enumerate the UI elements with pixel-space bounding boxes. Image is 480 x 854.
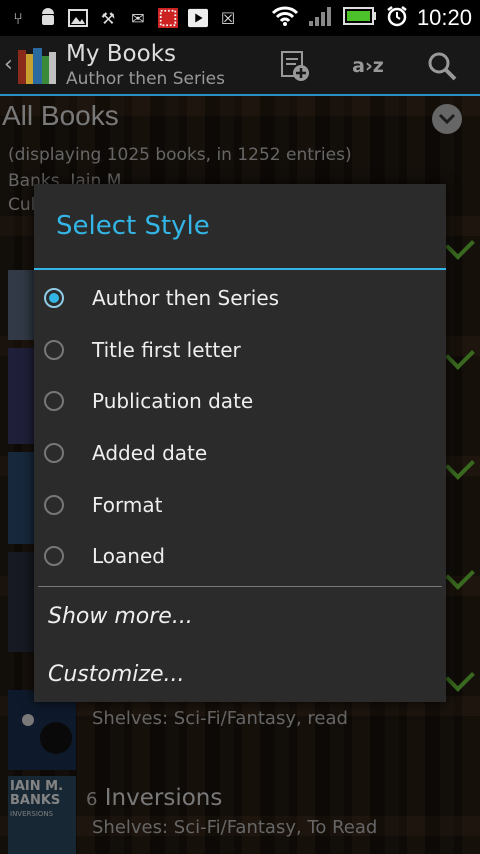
style-option[interactable]: Added date [34,427,446,479]
radio-dot [49,292,59,303]
sort-button[interactable]: a›z [346,48,390,84]
dialog-title: Select Style [34,184,446,270]
radio-unselected-icon[interactable] [44,391,64,412]
style-option[interactable]: Title first letter [34,324,446,376]
style-option-label: Loaned [92,544,165,569]
style-option[interactable]: Author then Series [34,272,446,324]
back-chevron-icon[interactable]: ‹ [4,52,13,77]
radio-unselected-icon[interactable] [44,546,64,567]
radio-unselected-icon[interactable] [44,442,64,463]
select-style-dialog: Select Style Author then Series Title fir… [34,184,446,702]
wifi-icon [271,5,299,31]
status-time: 10:20 [416,5,472,30]
search-icon [428,52,457,81]
no-sync-icon: ☒ [220,8,236,28]
app-title: My Books [66,41,176,67]
add-book-icon [281,51,309,81]
app-subtitle: Author then Series [66,69,225,89]
customize-button[interactable]: Customize... [34,645,446,703]
style-option[interactable]: Loaned [34,530,446,582]
style-option-label: Added date [92,440,208,465]
mail-icon: ✉ [131,8,145,28]
radio-unselected-icon[interactable] [44,494,64,515]
style-option[interactable]: Publication date [34,375,446,427]
pattern-app-icon [158,8,178,28]
style-option-label: Format [92,492,163,517]
style-option-label: Title first letter [92,337,241,362]
image-icon [68,8,88,28]
status-bar: ⑂ ⚒ ✉ ☒ 10:20 [0,0,480,36]
search-button[interactable] [424,48,460,84]
tools-icon: ⚒ [100,8,116,28]
usb-icon: ⑂ [13,8,23,28]
battery-icon [342,7,377,29]
style-options: Author then Series Title first letter Publ… [34,270,446,582]
signal-icon [308,5,334,31]
style-option-label: Publication date [92,389,254,414]
style-option-label: Author then Series [92,285,280,310]
radio-selected-icon[interactable] [44,287,64,308]
add-book-button[interactable] [278,48,312,84]
show-more-button[interactable]: Show more... [34,587,446,645]
alarm-icon [386,5,408,31]
play-icon [188,8,208,28]
app-books-icon[interactable] [16,44,58,86]
android-icon [38,8,58,28]
action-bar: ‹ My Books Author then Series a›z [0,36,480,96]
radio-unselected-icon[interactable] [44,339,64,360]
style-option[interactable]: Format [34,479,446,531]
